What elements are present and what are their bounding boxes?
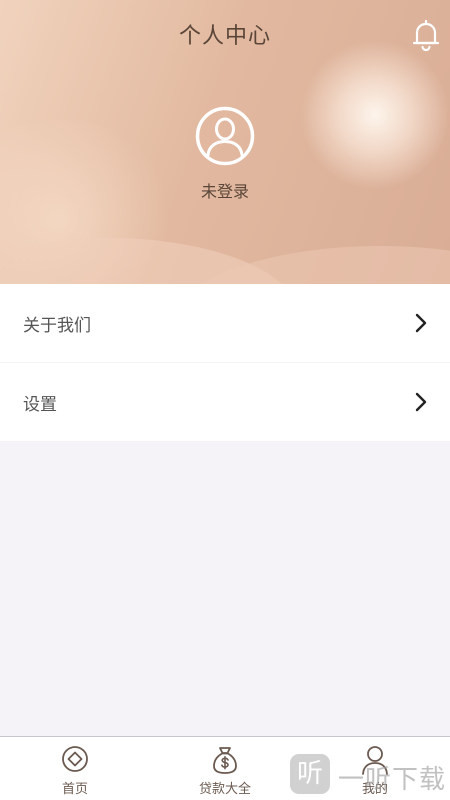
watermark-text: 一听下载 <box>338 765 447 795</box>
watermark-logo: 听 一听下载 <box>288 752 448 798</box>
nav-label: 贷款大全 <box>198 782 251 797</box>
menu-item-label: 设置 <box>23 395 57 415</box>
chevron-right-icon <box>414 312 428 334</box>
home-diamond-icon <box>62 746 88 772</box>
profile-header: 个人中心 未登录 <box>0 0 450 284</box>
nav-tab-loans[interactable]: 贷款大全 <box>150 737 300 800</box>
menu-item-about-us[interactable]: 关于我们 <box>0 284 450 362</box>
bell-icon[interactable] <box>412 18 440 52</box>
header-glow <box>300 40 450 190</box>
nav-tab-home[interactable]: 首页 <box>0 737 150 800</box>
menu-item-label: 关于我们 <box>23 316 91 336</box>
chevron-right-icon <box>414 391 428 413</box>
menu-item-settings[interactable]: 设置 <box>0 363 450 441</box>
profile-screen: 个人中心 未登录 关于我们 设置 首页 贷款大全 我的 听 一听下载 <box>0 0 450 800</box>
nav-label: 首页 <box>61 782 88 797</box>
money-bag-icon <box>213 747 237 774</box>
watermark-badge: 听 <box>290 754 330 794</box>
login-status-text[interactable]: 未登录 <box>0 178 450 202</box>
user-avatar-icon[interactable] <box>195 106 255 166</box>
page-title: 个人中心 <box>178 24 271 49</box>
